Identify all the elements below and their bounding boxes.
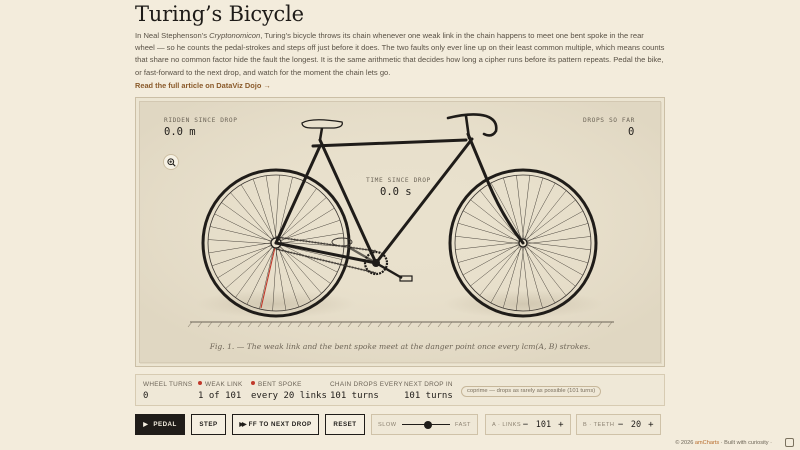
intro-book-title: Cryptonomicon [209, 31, 261, 40]
bent-spoke-value: every 20 links [251, 391, 327, 401]
links-stepper: A · LINKS − 101 + [485, 414, 571, 435]
drops-value: 0 [628, 126, 635, 138]
credit-pre: © 2026 [675, 440, 695, 446]
intro-text-pre: In Neal Stephenson’s [135, 31, 210, 40]
wheel-turns-value: 0 [143, 391, 149, 401]
footer-credit: © 2026 amCharts · Built with curiosity · [675, 440, 772, 446]
zoom-button[interactable] [163, 154, 179, 170]
read-more-link[interactable]: Read the full article on DataViz Dojo → [135, 81, 271, 90]
bicycle-illustration [140, 102, 662, 364]
teeth-label: B · TEETH [583, 421, 615, 428]
teeth-value[interactable]: 20 [631, 420, 641, 430]
chain-drops-value: 101 turns [330, 391, 379, 401]
bent-spoke-label-text: BENT SPOKE [258, 381, 302, 388]
next-drop-value: 101 turns [404, 391, 453, 401]
reset-button[interactable]: RESET [325, 414, 365, 435]
teeth-decrement-button[interactable]: − [618, 420, 624, 430]
speed-control: SLOW FAST [371, 414, 478, 435]
weak-link-value: 1 of 101 [198, 391, 242, 401]
speed-slider[interactable] [401, 420, 450, 429]
bent-spoke-label: BENT SPOKE [251, 381, 302, 388]
credit-brand-link[interactable]: amCharts [695, 440, 719, 446]
weak-link-label: WEAK LINK [198, 381, 243, 388]
teeth-stepper: B · TEETH − 20 + [576, 414, 661, 435]
reset-button-label: RESET [333, 421, 357, 428]
weak-link-label-text: WEAK LINK [205, 381, 243, 388]
credit-post: · Built with curiosity · [719, 440, 772, 446]
step-button-label: STEP [199, 421, 218, 428]
next-drop-label: NEXT DROP IN [404, 381, 453, 388]
play-icon: ▶ [143, 422, 149, 428]
ff-next-drop-button[interactable]: ▶▶ FF TO NEXT DROP [232, 414, 319, 435]
time-label: TIME SINCE DROP [366, 177, 431, 184]
stats-bar: WHEEL TURNS 0 WEAK LINK 1 of 101 BENT SP… [135, 374, 665, 406]
links-value[interactable]: 101 [536, 420, 551, 430]
chain-drops-label: CHAIN DROPS EVERY [330, 381, 403, 388]
ridden-value: 0.0 m [164, 126, 196, 138]
time-value: 0.0 s [380, 186, 412, 198]
corner-icon[interactable] [785, 438, 794, 447]
step-button[interactable]: STEP [191, 414, 226, 435]
drops-label: DROPS SO FAR [583, 117, 635, 124]
pedal-button-label: PEDAL [153, 421, 177, 428]
teeth-increment-button[interactable]: + [648, 420, 654, 430]
weak-link-dot [198, 381, 202, 385]
figure-frame [135, 97, 665, 367]
bent-spoke-dot [251, 381, 255, 385]
figure-caption: Fig. 1. — The weak link and the bent spo… [209, 342, 591, 351]
fast-forward-icon: ▶▶ [239, 422, 246, 428]
pedal-button[interactable]: ▶ PEDAL [135, 414, 185, 435]
speed-slider-thumb[interactable] [424, 420, 433, 429]
links-decrement-button[interactable]: − [523, 420, 529, 430]
speed-fast-label: FAST [454, 421, 471, 428]
zoom-in-icon [166, 157, 176, 167]
speed-slow-label: SLOW [378, 421, 397, 428]
wheel-turns-label: WHEEL TURNS [143, 381, 193, 388]
coprime-badge: coprime — drops as rarely as possible (1… [461, 386, 602, 397]
links-increment-button[interactable]: + [558, 420, 564, 430]
links-label: A · LINKS [492, 421, 522, 428]
ridden-label: RIDDEN SINCE DROP [164, 117, 238, 124]
intro-paragraph: In Neal Stephenson’s Cryptonomicon, Turi… [135, 30, 665, 79]
page-title: Turing’s Bicycle [135, 2, 304, 26]
ff-button-label: FF TO NEXT DROP [248, 421, 312, 428]
